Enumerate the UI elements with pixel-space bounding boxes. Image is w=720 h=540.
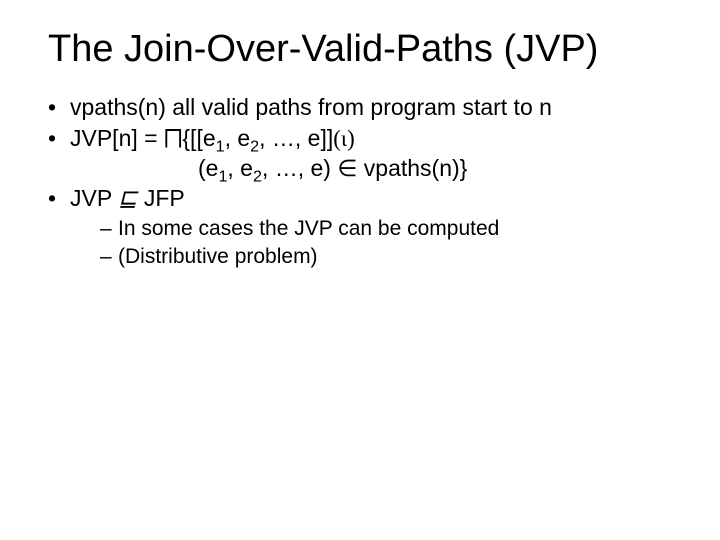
- b2-sub1: 1: [216, 137, 225, 155]
- sub2-text: (Distributive problem): [118, 245, 318, 268]
- bullet-item-1: vpaths(n) all valid paths from program s…: [48, 93, 672, 122]
- b3-b: JFP: [137, 185, 184, 211]
- b3-a: JVP: [70, 185, 118, 211]
- b2-line2: (e1, e2, …, e) ∈ vpaths(n)}: [70, 154, 672, 183]
- b2l2-s2: 2: [253, 167, 262, 185]
- b2l2-c: , …, e): [262, 155, 337, 181]
- order-relation-symbol: ⊑: [118, 186, 137, 211]
- b2l2-a: (e: [198, 155, 218, 181]
- bullet-list: vpaths(n) all valid paths from program s…: [48, 93, 672, 271]
- b2l2-d: vpaths(n)}: [357, 155, 467, 181]
- sub-bullet-2: (Distributive problem): [100, 244, 672, 270]
- b2-a: {[[e: [182, 125, 215, 151]
- b2-c: , …, e]]: [259, 125, 333, 151]
- bullet-item-3: JVP ⊑ JFP In some cases the JVP can be c…: [48, 184, 672, 270]
- b2-b: , e: [225, 125, 251, 151]
- b2-lead: JVP[n] =: [70, 125, 164, 151]
- b2-sub2: 2: [250, 137, 259, 155]
- bullet-1-text: vpaths(n) all valid paths from program s…: [70, 94, 552, 120]
- b2l2-b: , e: [227, 155, 253, 181]
- element-of-symbol: ∈: [337, 155, 357, 181]
- bullet-item-2: JVP[n] = ⨅{[[e1, e2, …, e]](ι) (e1, e2, …: [48, 124, 672, 183]
- slide-title: The Join-Over-Valid-Paths (JVP): [48, 28, 672, 71]
- big-meet-symbol: ⨅: [164, 125, 182, 151]
- b2-iota: (ι): [333, 126, 355, 151]
- slide: The Join-Over-Valid-Paths (JVP) vpaths(n…: [0, 0, 720, 540]
- sub-bullet-list: In some cases the JVP can be computed (D…: [70, 216, 672, 271]
- sub1-text: In some cases the JVP can be computed: [118, 217, 499, 240]
- sub-bullet-1: In some cases the JVP can be computed: [100, 216, 672, 242]
